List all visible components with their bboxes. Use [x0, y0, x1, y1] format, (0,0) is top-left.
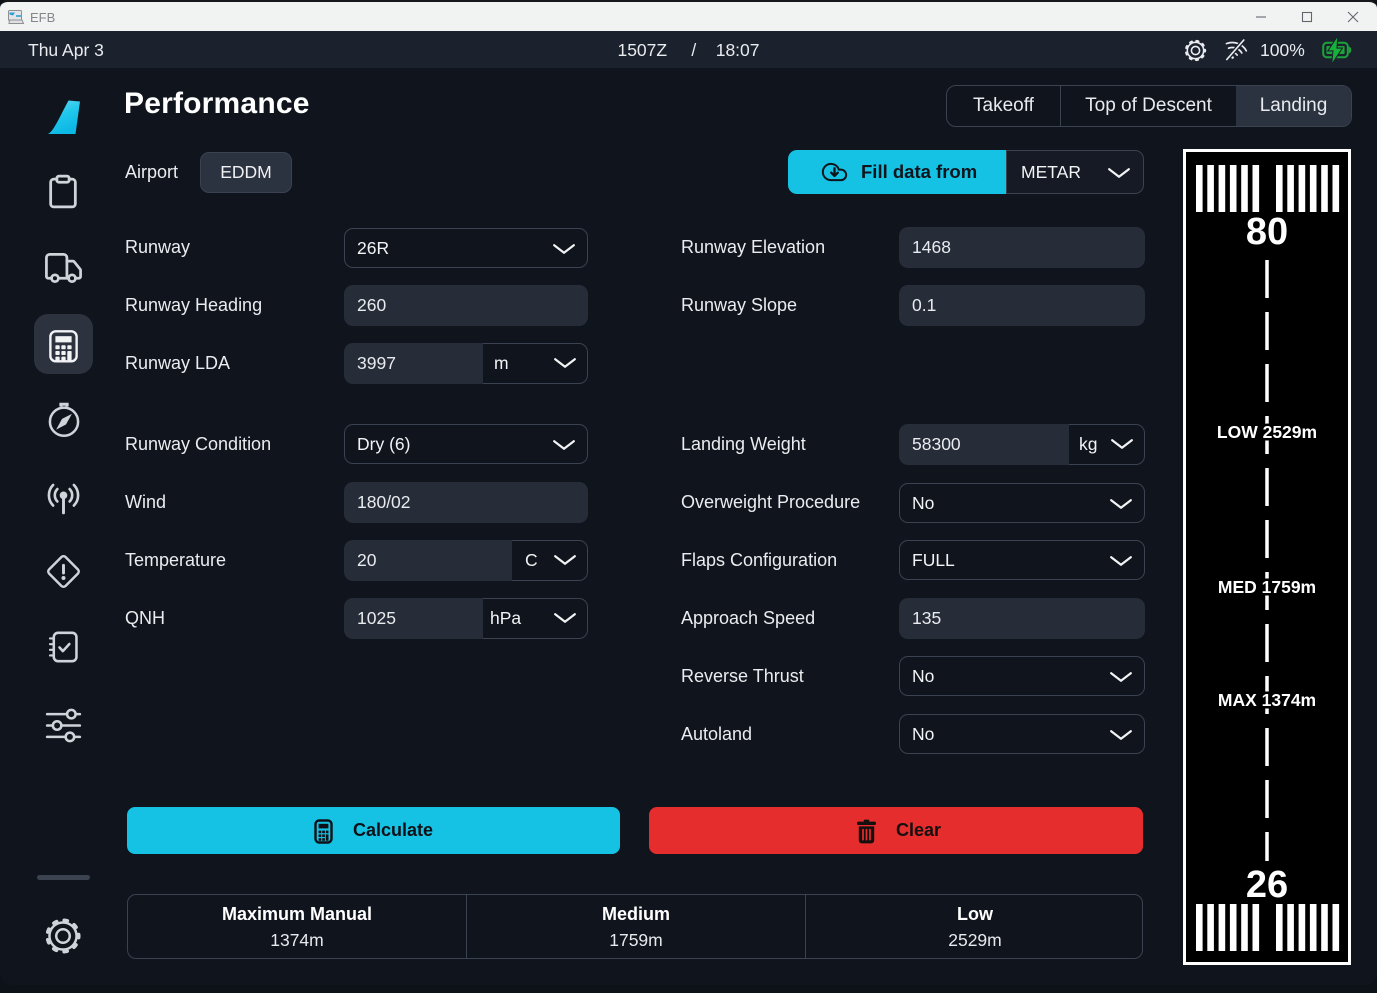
svg-text:MAX 1374m: MAX 1374m [1218, 690, 1316, 710]
svg-text:LOW 2529m: LOW 2529m [1217, 422, 1317, 442]
svg-text:80: 80 [1246, 211, 1288, 253]
svg-text:26: 26 [1246, 864, 1288, 906]
svg-text:MED 1759m: MED 1759m [1218, 577, 1316, 597]
